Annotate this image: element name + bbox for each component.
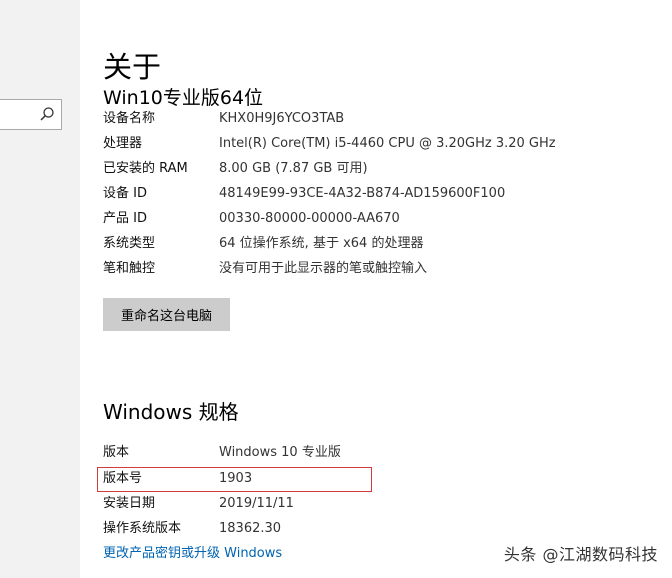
search-icon[interactable] [39, 106, 55, 122]
spec-label: 版本号 [103, 471, 143, 486]
settings-sidebar [0, 0, 80, 578]
spec-label: 笔和触控 [103, 261, 156, 276]
edition-heading: Win10专业版64位 [103, 87, 264, 109]
spec-label: 安装日期 [103, 496, 156, 511]
device-spec-row: 处理器 Intel(R) Core(TM) i5-4460 CPU @ 3.20… [103, 133, 663, 155]
spec-value: 64 位操作系统, 基于 x64 的处理器 [219, 236, 424, 251]
spec-label: 处理器 [103, 136, 143, 151]
change-product-key-link[interactable]: 更改产品密钥或升级 Windows [103, 545, 282, 563]
device-spec-row: 系统类型 64 位操作系统, 基于 x64 的处理器 [103, 233, 663, 255]
spec-value: 没有可用于此显示器的笔或触控输入 [219, 261, 428, 276]
spec-value: 1903 [219, 471, 253, 486]
spec-value: 8.00 GB (7.87 GB 可用) [219, 161, 368, 176]
device-spec-row: 笔和触控 没有可用于此显示器的笔或触控输入 [103, 258, 663, 280]
spec-label: 操作系统版本 [103, 521, 182, 536]
spec-value: KHX0H9J6YCO3TAB [219, 111, 345, 126]
windows-spec-row: 版本 Windows 10 专业版 [103, 442, 663, 464]
device-spec-row: 设备 ID 48149E99-93CE-4A32-B874-AD159600F1… [103, 183, 663, 205]
device-spec-row: 已安装的 RAM 8.00 GB (7.87 GB 可用) [103, 158, 663, 180]
spec-label: 设备名称 [103, 111, 156, 126]
spec-value: Intel(R) Core(TM) i5-4460 CPU @ 3.20GHz … [219, 136, 556, 151]
device-spec-row: 产品 ID 00330-80000-00000-AA670 [103, 208, 663, 230]
spec-value: 18362.30 [219, 521, 282, 536]
spec-value: Windows 10 专业版 [219, 445, 341, 460]
device-spec-row: 设备名称 KHX0H9J6YCO3TAB [103, 108, 663, 130]
windows-specs-title: Windows 规格 [103, 400, 239, 424]
spec-label: 版本 [103, 445, 130, 460]
search-input[interactable] [0, 99, 62, 130]
rename-pc-button[interactable]: 重命名这台电脑 [103, 298, 230, 331]
windows-spec-row: 操作系统版本 18362.30 [103, 518, 663, 540]
spec-label: 系统类型 [103, 236, 156, 251]
spec-label: 设备 ID [103, 186, 147, 201]
spec-label: 产品 ID [103, 211, 147, 226]
windows-spec-row: 版本号 1903 [103, 468, 663, 490]
windows-spec-row: 安装日期 2019/11/11 [103, 493, 663, 515]
spec-label: 已安装的 RAM [103, 161, 188, 176]
watermark: 头条 @江湖数码科技 [503, 545, 658, 564]
spec-value: 00330-80000-00000-AA670 [219, 211, 400, 226]
spec-value: 2019/11/11 [219, 496, 294, 511]
about-panel: 关于 Win10专业版64位 设备名称 KHX0H9J6YCO3TAB 处理器 … [80, 0, 672, 578]
spec-value: 48149E99-93CE-4A32-B874-AD159600F100 [219, 186, 506, 201]
page-title: 关于 [103, 50, 162, 84]
